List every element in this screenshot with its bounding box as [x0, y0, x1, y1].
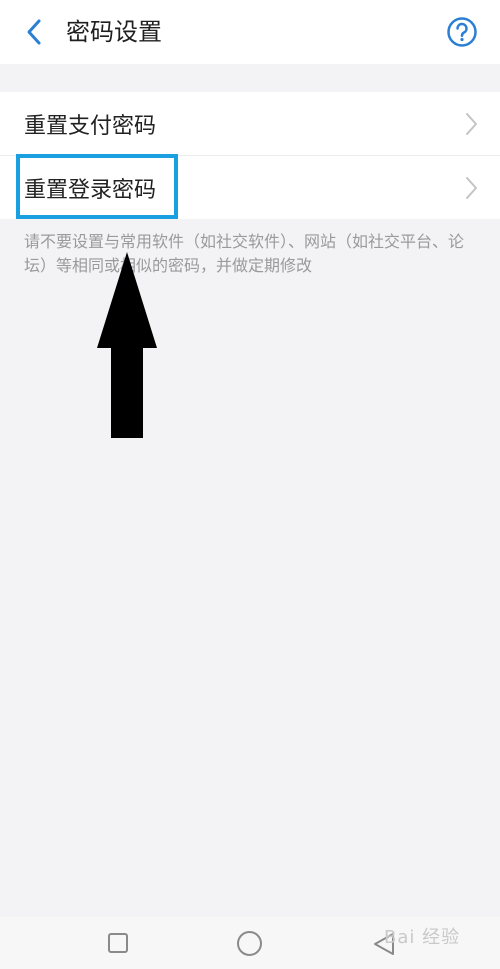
circle-icon[interactable] [237, 931, 262, 956]
watermark-text: Bai 经验 [384, 927, 461, 948]
question-circle-icon [447, 17, 477, 47]
page-title: 密码设置 [66, 18, 162, 46]
chevron-right-icon [466, 176, 477, 199]
chevron-left-icon [27, 19, 41, 45]
password-hint-text: 请不要设置与常用软件（如社交软件）、网站（如社交平台、论坛）等相同或相似的密码，… [24, 232, 465, 275]
password-settings-list: 重置支付密码 重置登录密码 [0, 92, 500, 219]
reset-login-password-item[interactable]: 重置登录密码 [0, 155, 500, 219]
app-header: 密码设置 [0, 0, 500, 64]
square-icon[interactable] [108, 933, 128, 953]
reset-payment-password-item[interactable]: 重置支付密码 [0, 92, 500, 155]
back-button[interactable] [14, 14, 54, 50]
help-button[interactable] [444, 14, 480, 50]
chevron-right-icon [466, 112, 477, 135]
arrow-up-annotation-icon [97, 252, 157, 438]
reset-payment-password-label: 重置支付密码 [24, 113, 157, 139]
reset-login-password-label: 重置登录密码 [24, 177, 157, 203]
